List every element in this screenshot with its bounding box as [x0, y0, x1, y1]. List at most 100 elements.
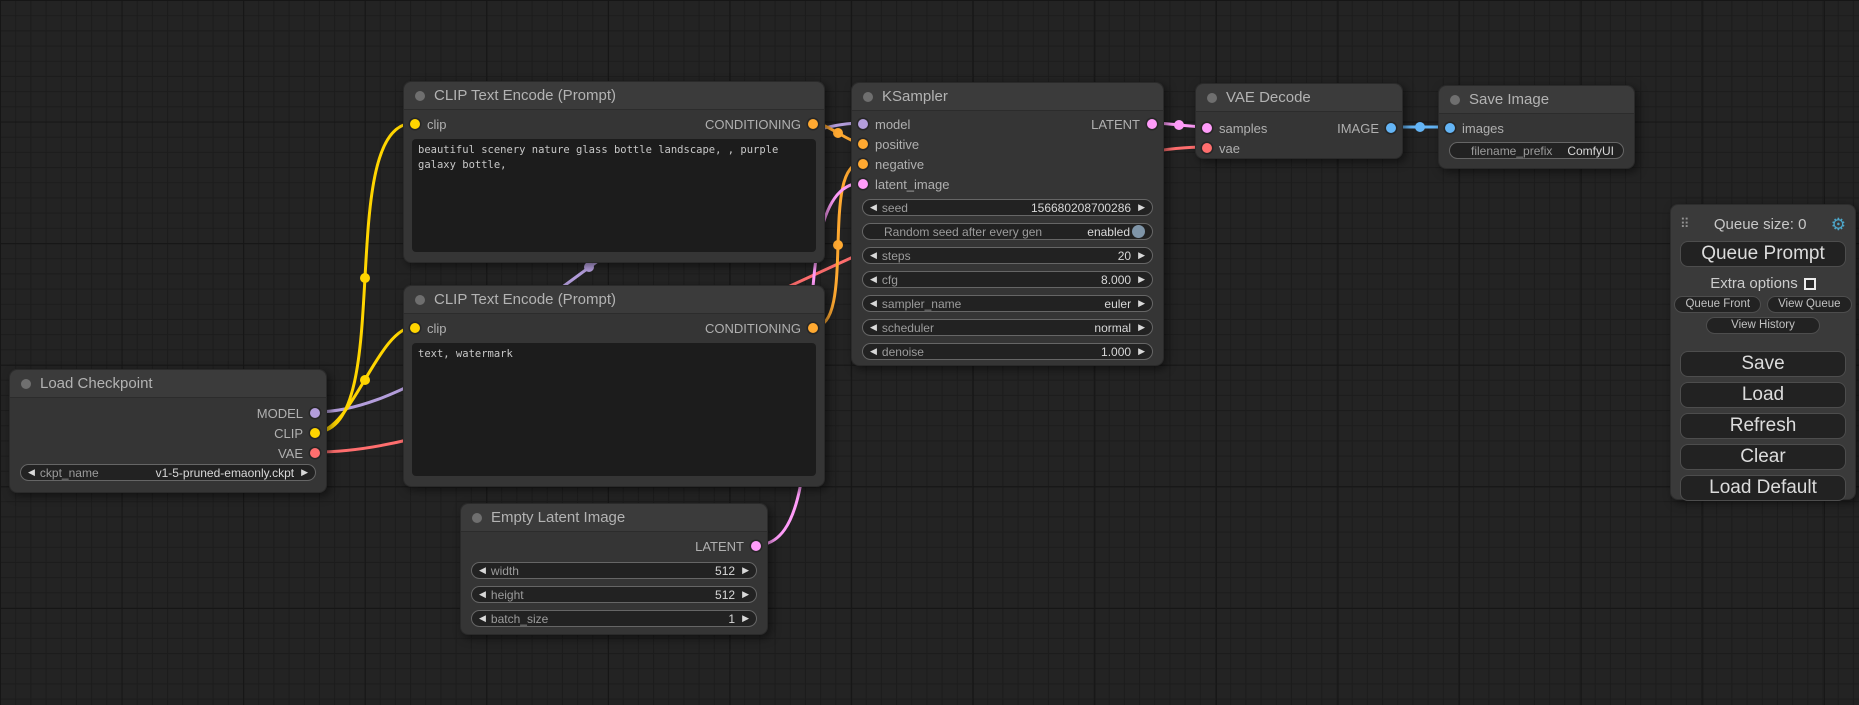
node-empty-latent-image[interactable]: Empty Latent Image LATENT ◀ width 512 ▶ … [460, 503, 768, 635]
view-queue-button[interactable]: View Queue [1767, 296, 1851, 313]
filename-prefix-widget[interactable]: filename_prefix ComfyUI [1449, 142, 1624, 159]
next-arrow-icon[interactable]: ▶ [301, 464, 308, 481]
node-header[interactable]: Save Image [1439, 86, 1634, 114]
input-port-clip[interactable] [410, 119, 420, 129]
prev-arrow-icon[interactable]: ◀ [870, 319, 877, 336]
queue-prompt-button[interactable]: Queue Prompt [1680, 241, 1846, 267]
load-button[interactable]: Load [1680, 382, 1846, 408]
next-arrow-icon[interactable]: ▶ [1138, 199, 1145, 216]
extra-options-checkbox[interactable] [1804, 278, 1816, 290]
widget-label: filename_prefix [1471, 144, 1552, 158]
prev-arrow-icon[interactable]: ◀ [28, 464, 35, 481]
output-port-model[interactable] [310, 408, 320, 418]
collapse-dot-icon[interactable] [415, 295, 425, 305]
input-port-latent-image[interactable] [858, 179, 868, 189]
widget-label: batch_size [491, 612, 548, 626]
steps-widget[interactable]: ◀ steps 20 ▶ [862, 247, 1153, 264]
input-port-samples[interactable] [1202, 123, 1212, 133]
refresh-button[interactable]: Refresh [1680, 413, 1846, 439]
prev-arrow-icon[interactable]: ◀ [870, 247, 877, 264]
prev-arrow-icon[interactable]: ◀ [870, 343, 877, 360]
toggle-dot-icon[interactable] [1132, 225, 1145, 238]
widget-label: Random seed after every gen [884, 225, 1042, 239]
output-port-image[interactable] [1386, 123, 1396, 133]
widget-value: 1 [728, 612, 735, 626]
load-default-button[interactable]: Load Default [1680, 475, 1846, 501]
collapse-dot-icon[interactable] [21, 379, 31, 389]
node-title: CLIP Text Encode (Prompt) [434, 291, 616, 308]
next-arrow-icon[interactable]: ▶ [1138, 295, 1145, 312]
ckpt-name-widget[interactable]: ◀ ckpt_name v1-5-pruned-emaonly.ckpt ▶ [20, 464, 316, 481]
seed-widget[interactable]: ◀ seed 156680208700286 ▶ [862, 199, 1153, 216]
denoise-widget[interactable]: ◀ denoise 1.000 ▶ [862, 343, 1153, 360]
input-port-clip[interactable] [410, 323, 420, 333]
link-dot-clip-positive [360, 273, 370, 283]
sampler-name-widget[interactable]: ◀ sampler_name euler ▶ [862, 295, 1153, 312]
node-header[interactable]: CLIP Text Encode (Prompt) [404, 82, 824, 110]
node-save-image[interactable]: Save Image images filename_prefix ComfyU… [1438, 85, 1635, 169]
input-port-model[interactable] [858, 119, 868, 129]
node-clip-text-encode-negative[interactable]: CLIP Text Encode (Prompt) clip CONDITION… [403, 285, 825, 487]
widget-label: steps [882, 249, 911, 263]
prompt-textarea[interactable]: text, watermark [412, 343, 816, 476]
random-seed-widget[interactable]: Random seed after every gen enabled [862, 223, 1153, 240]
output-port-conditioning[interactable] [808, 323, 818, 333]
next-arrow-icon[interactable]: ▶ [1138, 319, 1145, 336]
prompt-textarea[interactable]: beautiful scenery nature glass bottle la… [412, 139, 816, 252]
node-title: CLIP Text Encode (Prompt) [434, 87, 616, 104]
input-port-images[interactable] [1445, 123, 1455, 133]
node-header[interactable]: Load Checkpoint [10, 370, 326, 398]
gear-icon[interactable]: ⚙ [1831, 216, 1846, 233]
queue-front-button[interactable]: Queue Front [1674, 296, 1761, 313]
widget-value: 20 [1118, 249, 1131, 263]
widget-label: height [491, 588, 524, 602]
collapse-dot-icon[interactable] [863, 92, 873, 102]
scheduler-widget[interactable]: ◀ scheduler normal ▶ [862, 319, 1153, 336]
prev-arrow-icon[interactable]: ◀ [870, 199, 877, 216]
next-arrow-icon[interactable]: ▶ [1138, 271, 1145, 288]
clear-button[interactable]: Clear [1680, 444, 1846, 470]
node-load-checkpoint[interactable]: Load Checkpoint MODEL CLIP VAE ◀ ckpt_na… [9, 369, 327, 493]
link-dot-positive [833, 128, 843, 138]
output-port-latent[interactable] [1147, 119, 1157, 129]
node-header[interactable]: Empty Latent Image [461, 504, 767, 532]
drag-handle-icon[interactable]: ⠿ [1680, 216, 1690, 232]
width-widget[interactable]: ◀ width 512 ▶ [471, 562, 757, 579]
output-port-latent[interactable] [751, 541, 761, 551]
input-label: images [1462, 121, 1504, 136]
collapse-dot-icon[interactable] [1450, 95, 1460, 105]
input-port-negative[interactable] [858, 159, 868, 169]
next-arrow-icon[interactable]: ▶ [742, 586, 749, 603]
output-port-vae[interactable] [310, 448, 320, 458]
node-header[interactable]: VAE Decode [1196, 84, 1402, 112]
node-vae-decode[interactable]: VAE Decode samples IMAGE vae [1195, 83, 1403, 159]
node-header[interactable]: CLIP Text Encode (Prompt) [404, 286, 824, 314]
cfg-widget[interactable]: ◀ cfg 8.000 ▶ [862, 271, 1153, 288]
widget-label: seed [882, 201, 908, 215]
output-port-conditioning[interactable] [808, 119, 818, 129]
prev-arrow-icon[interactable]: ◀ [479, 610, 486, 627]
prev-arrow-icon[interactable]: ◀ [870, 295, 877, 312]
node-header[interactable]: KSampler [852, 83, 1163, 111]
node-title: VAE Decode [1226, 89, 1311, 106]
height-widget[interactable]: ◀ height 512 ▶ [471, 586, 757, 603]
collapse-dot-icon[interactable] [472, 513, 482, 523]
prev-arrow-icon[interactable]: ◀ [870, 271, 877, 288]
next-arrow-icon[interactable]: ▶ [742, 562, 749, 579]
node-clip-text-encode-positive[interactable]: CLIP Text Encode (Prompt) clip CONDITION… [403, 81, 825, 263]
next-arrow-icon[interactable]: ▶ [742, 610, 749, 627]
prev-arrow-icon[interactable]: ◀ [479, 586, 486, 603]
collapse-dot-icon[interactable] [1207, 93, 1217, 103]
view-history-button[interactable]: View History [1706, 317, 1820, 334]
save-button[interactable]: Save [1680, 351, 1846, 377]
input-port-vae[interactable] [1202, 143, 1212, 153]
input-port-positive[interactable] [858, 139, 868, 149]
output-port-clip[interactable] [310, 428, 320, 438]
widget-label: scheduler [882, 321, 934, 335]
collapse-dot-icon[interactable] [415, 91, 425, 101]
prev-arrow-icon[interactable]: ◀ [479, 562, 486, 579]
next-arrow-icon[interactable]: ▶ [1138, 343, 1145, 360]
next-arrow-icon[interactable]: ▶ [1138, 247, 1145, 264]
batch-size-widget[interactable]: ◀ batch_size 1 ▶ [471, 610, 757, 627]
node-ksampler[interactable]: KSampler model LATENT positive negative … [851, 82, 1164, 366]
